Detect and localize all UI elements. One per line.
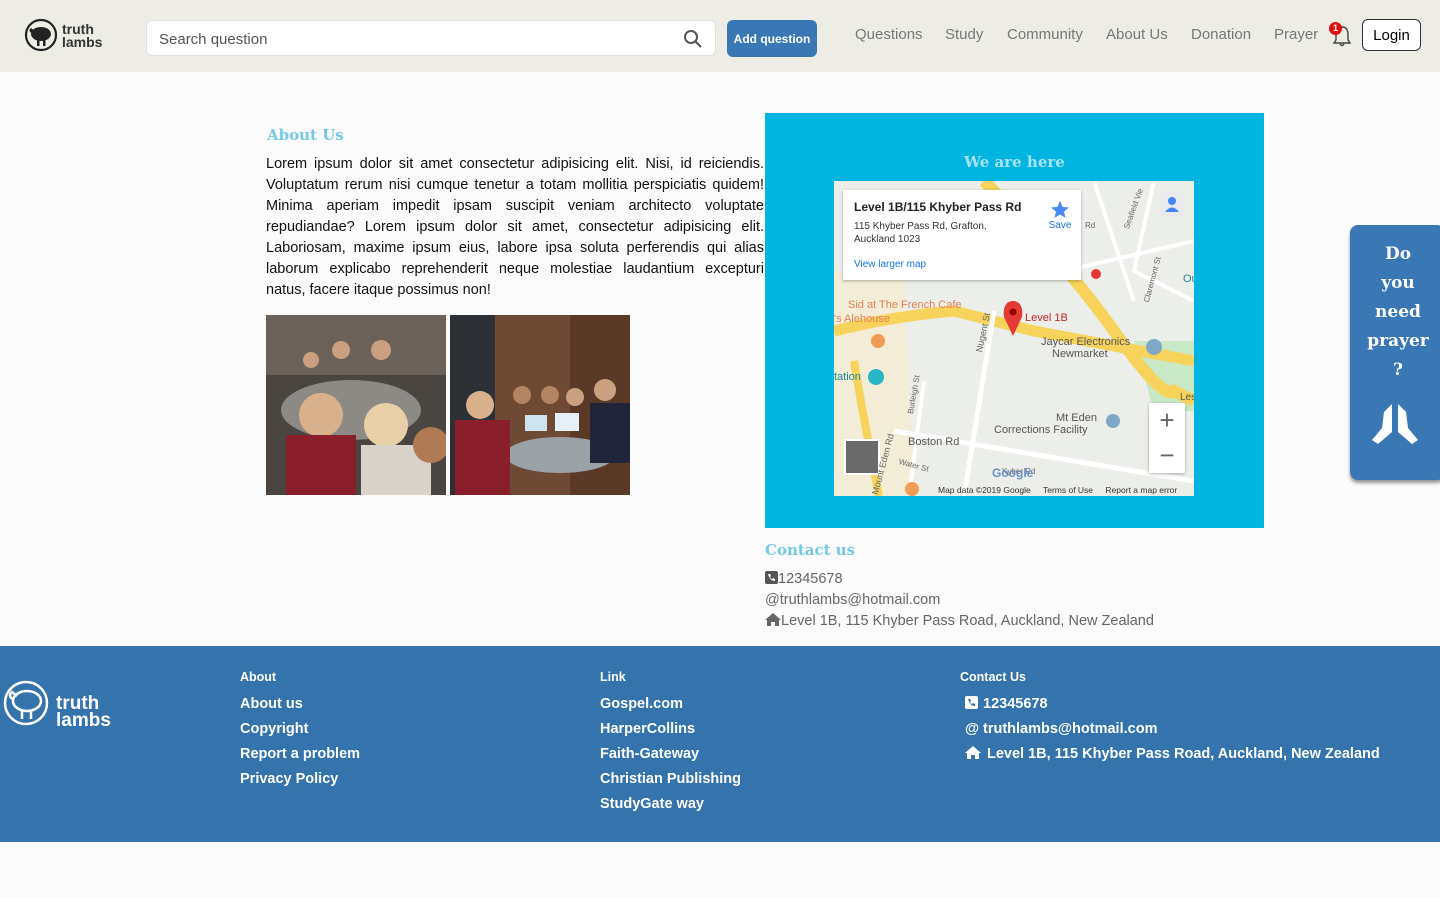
nav-link-questions[interactable]: Questions	[855, 26, 923, 43]
nav-link-community[interactable]: Community	[1007, 26, 1083, 43]
map-label-corrections: Corrections Facility	[994, 424, 1088, 436]
brand-name: truth lambs	[62, 21, 103, 50]
footer-contact-email: @ truthlambs@hotmail.com	[960, 721, 1380, 746]
add-question-button[interactable]: Add question	[727, 20, 817, 57]
sheep-logo-icon	[3, 680, 49, 726]
team-photo-1	[266, 315, 446, 495]
map-data-text: Map data ©2019 Google	[938, 485, 1031, 495]
google-logo: Google	[992, 466, 1034, 480]
phone-square-icon	[960, 696, 983, 712]
footer-link-heading: Link	[600, 670, 626, 684]
team-photo-2	[450, 315, 630, 495]
map-label-station: tation	[834, 371, 861, 383]
footer-contact-column: Contact Us 12345678 @ truthlambs@hotmail.…	[960, 670, 1380, 771]
map-card-title: Level 1B/115 Khyber Pass Rd	[854, 200, 1022, 214]
search-input[interactable]	[157, 28, 661, 50]
footer-link-faith-gateway[interactable]: Faith-Gateway	[600, 746, 741, 771]
footer-contact-heading: Contact Us	[960, 670, 1026, 684]
map-terms-link[interactable]: Terms of Use	[1043, 485, 1093, 495]
map-label-jaycar: Jaycar Electronics	[1041, 336, 1131, 348]
map-label-french-cafe: Sid at The French Cafe	[848, 299, 962, 311]
contact-email: @truthlambs@hotmail.com	[765, 592, 941, 608]
map-title: We are here	[964, 153, 1065, 171]
zoom-in-button[interactable]: +	[1149, 403, 1185, 438]
footer-logo[interactable]: truth lambs	[2, 679, 122, 731]
nav-link-donation[interactable]: Donation	[1191, 26, 1251, 43]
notification-badge: 1	[1329, 22, 1342, 35]
top-navbar: truth lambs Add question Questions Study…	[0, 0, 1440, 72]
login-button[interactable]: Login	[1362, 19, 1421, 51]
map-label-alehouse: 's Alehouse	[834, 313, 890, 325]
at-icon: @	[965, 721, 980, 737]
prayer-widget[interactable]: Do you need prayer ?	[1350, 225, 1440, 480]
footer-link-studygate[interactable]: StudyGate way	[600, 796, 741, 821]
home-icon	[960, 746, 987, 762]
brand-logo[interactable]: truth lambs	[24, 18, 108, 54]
praying-hands-icon	[1372, 404, 1418, 444]
map-label-ou: Ou	[1183, 273, 1194, 285]
map-label-les: Les	[1180, 392, 1194, 403]
footer-link-copyright[interactable]: Copyright	[240, 721, 360, 746]
about-title: About Us	[267, 126, 344, 144]
notification-button[interactable]: 1	[1329, 22, 1353, 48]
map-marker-label: Level 1B	[1025, 312, 1068, 324]
footer-contact-phone: 12345678	[960, 696, 1380, 721]
map-panel: We are here Sid at The French Cafe 's Al…	[765, 113, 1264, 528]
map-label-rd: Rd	[1085, 221, 1096, 230]
search-box	[146, 20, 716, 56]
contact-phone: 12345678	[765, 571, 843, 587]
map-save-button[interactable]: Save	[1046, 200, 1074, 231]
footer-link-report-problem[interactable]: Report a problem	[240, 746, 360, 771]
team-photo-2-image	[450, 315, 630, 495]
at-icon: @	[765, 592, 780, 608]
nav-link-study[interactable]: Study	[945, 26, 983, 43]
footer-brand-name: truth lambs	[56, 693, 111, 731]
sheep-logo-icon	[24, 18, 58, 52]
phone-square-icon	[765, 571, 778, 584]
nav-link-about-us[interactable]: About Us	[1106, 26, 1168, 43]
footer-link-harpercollins[interactable]: HarperCollins	[600, 721, 741, 746]
footer-about-heading: About	[240, 670, 277, 684]
view-larger-map-link[interactable]: View larger map	[854, 259, 926, 270]
footer-link-column: Link Gospel.com HarperCollins Faith-Gate…	[600, 670, 741, 821]
map-label-boston-rd: Boston Rd	[908, 436, 960, 448]
footer-link-christian-publishing[interactable]: Christian Publishing	[600, 771, 741, 796]
site-footer: truth lambs About About us Copyright Rep…	[0, 646, 1440, 842]
map-label-mt-eden: Mt Eden	[1056, 412, 1097, 424]
map-info-card: Level 1B/115 Khyber Pass Rd 115 Khyber P…	[843, 190, 1081, 280]
map-label-newmarket: Newmarket	[1052, 348, 1108, 360]
map-card-address: 115 Khyber Pass Rd, Grafton, Auckland 10…	[854, 221, 987, 245]
search-icon[interactable]	[683, 29, 703, 49]
contact-title: Contact us	[765, 541, 856, 559]
zoom-out-button[interactable]: −	[1149, 438, 1185, 473]
map-zoom-control: + −	[1149, 403, 1185, 473]
contact-address: Level 1B, 115 Khyber Pass Road, Auckland…	[765, 613, 1154, 629]
nav-link-prayer[interactable]: Prayer	[1274, 26, 1318, 43]
about-text: Lorem ipsum dolor sit amet consectetur a…	[266, 156, 764, 298]
footer-link-gospel[interactable]: Gospel.com	[600, 696, 741, 721]
footer-contact-address: Level 1B, 115 Khyber Pass Road, Auckland…	[960, 746, 1380, 771]
star-icon	[1051, 201, 1069, 218]
footer-link-privacy-policy[interactable]: Privacy Policy	[240, 771, 360, 796]
map-report-link[interactable]: Report a map error	[1105, 485, 1177, 495]
prayer-question: Do you need prayer ?	[1367, 244, 1429, 380]
footer-about-column: About About us Copyright Report a proble…	[240, 670, 360, 796]
embedded-map[interactable]: Sid at The French Cafe 's Alehouse Level…	[834, 181, 1194, 496]
map-attribution: Map data ©2019 Google Terms of Use Repor…	[938, 485, 1187, 495]
footer-link-about-us[interactable]: About us	[240, 696, 360, 721]
team-photo-1-image	[266, 315, 446, 495]
home-icon	[765, 613, 781, 626]
